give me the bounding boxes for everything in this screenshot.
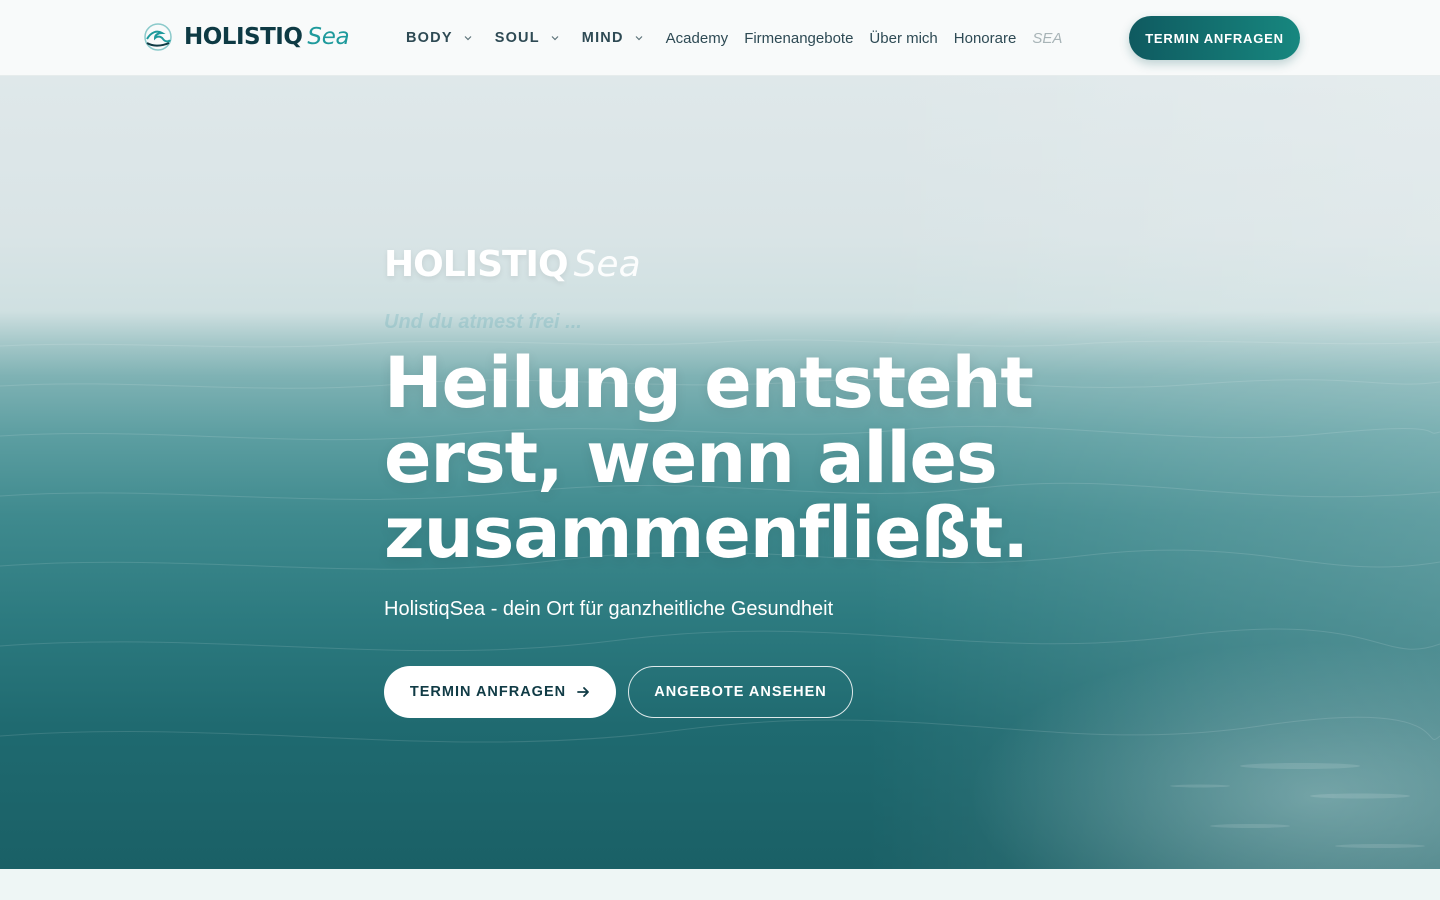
site-header: HOLISTIQ Sea BODY SOUL MIND Academy Firm… bbox=[0, 0, 1440, 76]
logo-wordmark-italic: Sea bbox=[307, 24, 350, 50]
nav-item-honorare[interactable]: Honorare bbox=[954, 30, 1017, 47]
nav-item-ueber-mich[interactable]: Über mich bbox=[869, 30, 937, 47]
nav-item-firmenangebote[interactable]: Firmenangebote bbox=[744, 30, 853, 47]
hero-subline: HolistiqSea - dein Ort für ganzheitliche… bbox=[384, 598, 834, 620]
hero-headline: Heilung entsteht erst, wenn alles zusamm… bbox=[384, 346, 1084, 571]
button-label: TERMIN ANFRAGEN bbox=[409, 684, 567, 700]
hero-offers-button[interactable]: ANGEBOTE ANSEHEN bbox=[628, 666, 853, 718]
nav-item-sea[interactable]: SEA bbox=[1032, 30, 1062, 47]
hero-tagline: Und du atmest frei ... bbox=[384, 311, 582, 333]
hero-appointment-button[interactable]: TERMIN ANFRAGEN bbox=[384, 666, 616, 718]
nav-item-body[interactable]: BODY bbox=[406, 30, 473, 46]
headline-line: Heilung entsteht bbox=[384, 342, 1034, 424]
logo-wordmark-bold: HOLISTIQ bbox=[184, 24, 303, 50]
nav-item-label: MIND bbox=[581, 30, 624, 46]
nav-item-academy[interactable]: Academy bbox=[666, 30, 729, 47]
main-nav: BODY SOUL MIND Academy Firmenangebote Üb… bbox=[406, 0, 1078, 76]
chevron-down-icon bbox=[551, 36, 559, 41]
nav-item-soul[interactable]: SOUL bbox=[495, 30, 560, 46]
nav-item-label: Honorare bbox=[953, 29, 1017, 47]
hero-section: HOLISTIQ Sea Und du atmest frei ... Heil… bbox=[0, 76, 1440, 869]
nav-item-label: Academy bbox=[665, 29, 729, 47]
hero-logo-italic: Sea bbox=[573, 244, 641, 285]
nav-item-label: Firmenangebote bbox=[744, 29, 854, 47]
arrow-right-icon bbox=[577, 687, 590, 697]
nav-item-label: SOUL bbox=[494, 30, 540, 46]
nav-item-mind[interactable]: MIND bbox=[582, 30, 644, 46]
header-appointment-button[interactable]: TERMIN ANFRAGEN bbox=[1129, 16, 1300, 60]
chevron-down-icon bbox=[464, 36, 472, 41]
chevron-down-icon bbox=[635, 36, 643, 41]
hero-logo-bold: HOLISTIQ bbox=[384, 244, 569, 285]
headline-line: erst, wenn alles bbox=[384, 417, 998, 499]
next-section-edge bbox=[0, 869, 1440, 900]
wave-logo-icon bbox=[144, 23, 172, 51]
site-logo[interactable]: HOLISTIQ Sea bbox=[143, 22, 350, 52]
headline-line: zusammenfließt. bbox=[384, 492, 1029, 574]
nav-item-label: Über mich bbox=[869, 29, 938, 47]
nav-item-label: BODY bbox=[406, 30, 453, 46]
nav-item-label: SEA bbox=[1032, 29, 1063, 47]
hero-logo: HOLISTIQ Sea bbox=[384, 244, 641, 285]
